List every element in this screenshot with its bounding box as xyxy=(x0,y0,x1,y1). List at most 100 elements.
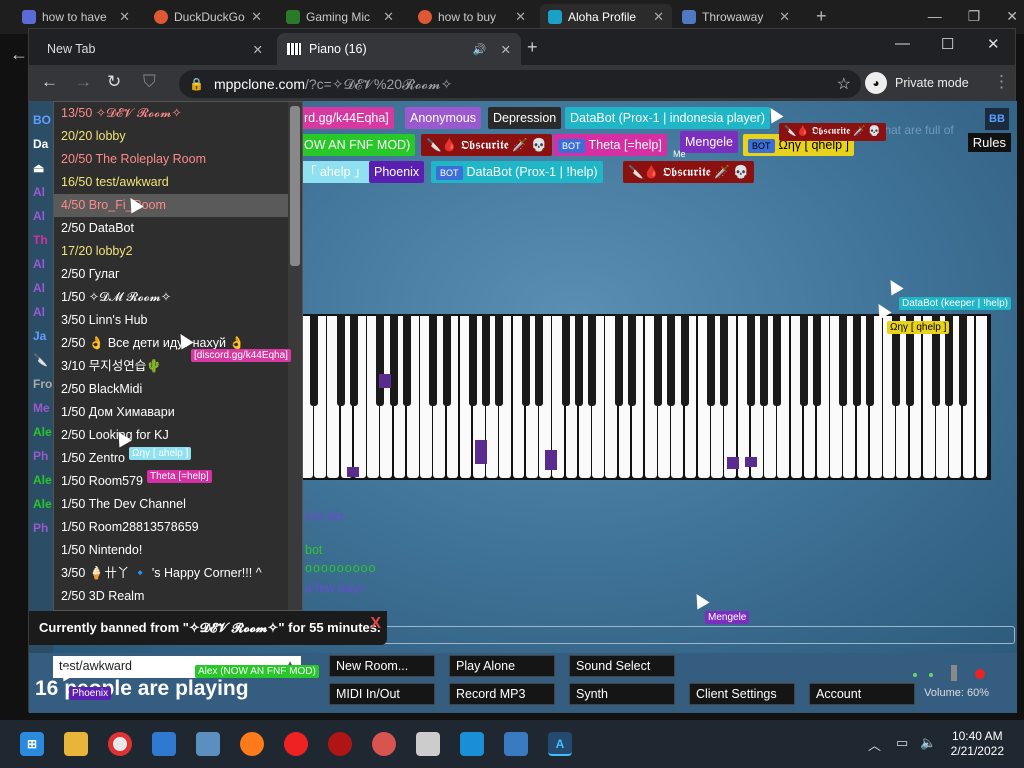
lock-icon[interactable]: 🔒 xyxy=(189,77,204,91)
name-tag[interactable]: Phoenix xyxy=(369,161,425,183)
close-icon[interactable]: ✕ xyxy=(119,9,130,25)
file-explorer-icon[interactable] xyxy=(64,732,88,756)
piano-black-key[interactable] xyxy=(561,314,570,406)
windows-start-icon[interactable]: ⊞ xyxy=(20,732,44,756)
room-list-item[interactable]: 1/50 Nintendo! xyxy=(54,539,302,562)
client-settings-button[interactable]: Client Settings xyxy=(689,683,795,705)
close-icon[interactable]: ✕ xyxy=(501,42,511,57)
bg-tab-1[interactable]: DuckDuckGo ✕ xyxy=(146,4,270,30)
app-icon[interactable] xyxy=(460,732,484,756)
close-icon[interactable]: ✕ xyxy=(1006,8,1018,25)
opera-icon[interactable] xyxy=(284,732,308,756)
piano-black-key[interactable] xyxy=(958,314,967,406)
bg-tab-4[interactable]: Aloha Profile ✕ xyxy=(540,4,672,30)
piano-keyboard[interactable] xyxy=(299,314,991,480)
room-list-item[interactable]: 1/50 Дом Химавари xyxy=(54,401,302,424)
bg-tab-2[interactable]: Gaming Mic ✕ xyxy=(278,4,402,30)
store-icon[interactable] xyxy=(152,732,176,756)
piano-black-key[interactable] xyxy=(614,314,623,406)
room-list-item[interactable]: 1/50 The Dev Channel xyxy=(54,493,302,516)
name-tag[interactable]: 🔪🩸 𝕺𝖇𝖘𝖈𝖚𝖗𝖎𝖙𝖊 🗡️ 💀 xyxy=(421,134,552,156)
record-mp3-button[interactable]: Record MP3 xyxy=(449,683,555,705)
name-tag[interactable]: rd.gg/k44Eqha] xyxy=(299,107,394,129)
scrollbar-thumb[interactable] xyxy=(290,106,300,266)
piano-black-key[interactable] xyxy=(310,314,319,406)
piano-black-key[interactable] xyxy=(402,314,411,406)
aloha-icon[interactable]: A xyxy=(548,732,572,756)
piano-black-key[interactable] xyxy=(588,314,597,406)
piano-black-key[interactable] xyxy=(799,314,808,406)
name-tag[interactable]: Mengele xyxy=(680,131,738,153)
piano-black-key[interactable] xyxy=(469,314,477,406)
maximize-icon[interactable]: ☐ xyxy=(941,35,954,53)
bookmark-star-icon[interactable]: ☆ xyxy=(837,74,851,94)
piano-black-key[interactable] xyxy=(773,314,782,406)
restore-icon[interactable]: ❐ xyxy=(968,8,981,25)
close-icon[interactable]: ✕ xyxy=(515,9,526,25)
piano-black-key[interactable] xyxy=(667,314,676,406)
piano-black-key[interactable] xyxy=(865,314,874,406)
room-list-item[interactable]: 20/20 lobby xyxy=(54,125,302,148)
piano-black-key[interactable] xyxy=(336,314,345,406)
rules-button[interactable]: Rules xyxy=(967,133,1011,152)
private-mode-indicator[interactable]: ◕ Private mode xyxy=(865,69,969,97)
piano-black-key[interactable] xyxy=(389,314,398,406)
piano-black-key[interactable] xyxy=(429,314,438,406)
name-tag[interactable]: Anonymous xyxy=(405,107,482,129)
bg-tab-5[interactable]: Throwaway ✕ xyxy=(674,4,798,30)
bb-icon[interactable]: BB xyxy=(985,108,1009,130)
bg-tab-0[interactable]: how to have ✕ xyxy=(14,4,138,30)
piano-black-key[interactable] xyxy=(852,314,861,406)
network-icon[interactable]: ▭ xyxy=(896,735,908,751)
forward-arrow-icon[interactable]: → xyxy=(75,72,92,92)
room-list-item[interactable]: 13/50 ✧𝓓𝓔𝓥 𝓡𝓸𝓸𝓶✧ xyxy=(54,102,302,125)
room-list-item[interactable]: 2/50 Looking for KJ xyxy=(54,424,302,447)
minimize-icon[interactable]: — xyxy=(928,8,942,25)
tab-new-tab[interactable]: New Tab ✕ xyxy=(37,33,273,65)
piano-black-key[interactable] xyxy=(707,314,716,406)
room-list-item[interactable]: 2/50 BlackMidi xyxy=(54,378,302,401)
chrome-icon[interactable] xyxy=(108,732,132,756)
piano-black-key[interactable] xyxy=(839,314,848,406)
close-icon[interactable]: ✕ xyxy=(383,9,394,25)
room-list-item[interactable]: 3/50 Linn's Hub xyxy=(54,309,302,332)
reload-icon[interactable]: ↻ xyxy=(107,72,121,92)
piano-black-key[interactable] xyxy=(760,314,769,406)
piano-black-key[interactable] xyxy=(521,314,530,406)
piano-black-key[interactable] xyxy=(482,314,491,406)
minimize-icon[interactable]: — xyxy=(895,35,910,52)
midi-in-out-button[interactable]: MIDI In/Out xyxy=(329,683,435,705)
chat-input[interactable] xyxy=(295,626,1015,644)
name-tag[interactable]: Depression xyxy=(488,107,562,129)
close-icon[interactable]: ✕ xyxy=(779,9,790,25)
room-list-item[interactable]: 1/50 Room28813578659 xyxy=(54,516,302,539)
game-icon[interactable] xyxy=(372,732,396,756)
system-clock[interactable]: 10:40 AM 2/21/2022 xyxy=(951,729,1004,759)
back-arrow-icon[interactable]: ← xyxy=(41,72,58,92)
firefox-icon[interactable] xyxy=(240,732,264,756)
menu-dots-icon[interactable]: ⋮ xyxy=(993,72,1010,92)
name-tag[interactable]: DataBot (Prox-1 | indonesia player) xyxy=(565,107,771,129)
close-icon[interactable]: ✕ xyxy=(253,42,263,57)
name-tag[interactable]: 🔪🩸 𝕺𝖇𝖘𝖈𝖚𝖗𝖎𝖙𝖊 🗡️ 💀 xyxy=(779,123,886,141)
room-list-item[interactable]: 2/50 Гулаг xyxy=(54,263,302,286)
shield-icon[interactable]: ⛉ xyxy=(143,72,156,92)
bg-back-arrow-icon[interactable]: ← xyxy=(10,44,28,65)
piano-black-key[interactable] xyxy=(442,314,451,406)
virtualbox-icon[interactable] xyxy=(504,732,528,756)
name-tag[interactable]: BOT DataBot (Prox-1 | !help) xyxy=(431,161,603,183)
piano-white-key[interactable] xyxy=(975,316,988,478)
piano-black-key[interactable] xyxy=(654,314,663,406)
roblox-icon[interactable] xyxy=(416,732,440,756)
tab-piano[interactable]: Piano (16) 🔊 ✕ xyxy=(277,33,521,65)
close-icon[interactable]: X xyxy=(370,615,381,633)
room-list-item[interactable]: 2/50 3D Realm xyxy=(54,585,302,608)
name-tag-self[interactable]: 🔪🩸 𝕺𝖇𝖘𝖈𝖚𝖗𝖎𝖙𝖊 🗡️ 💀 xyxy=(623,161,754,183)
name-tag[interactable]: OW AN FNF MOD) xyxy=(299,134,416,156)
room-list-item[interactable]: 20/50 The Roleplay Room xyxy=(54,148,302,171)
room-list-item[interactable]: 2/50 DataBot xyxy=(54,217,302,240)
volume-knob[interactable] xyxy=(951,665,957,681)
name-tag[interactable]: 「 ahelp 」 xyxy=(299,161,372,183)
volume-icon[interactable]: 🔈 xyxy=(920,735,936,751)
play-alone-button[interactable]: Play Alone xyxy=(449,655,555,677)
